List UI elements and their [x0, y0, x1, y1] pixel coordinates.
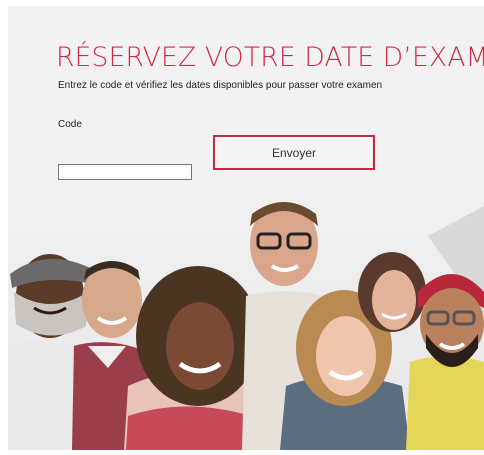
code-label: Code	[58, 119, 82, 130]
code-input[interactable]	[58, 164, 192, 180]
hero-image	[8, 196, 484, 450]
page-subtitle: Entrez le code et vérifiez les dates dis…	[58, 80, 383, 91]
page-title: RÉSERVEZ VOTRE DATE D’EXAMEN	[56, 42, 484, 73]
page-frame: RÉSERVEZ VOTRE DATE D’EXAMEN Entrez le c…	[8, 6, 484, 450]
person-woman-back-right	[358, 252, 426, 332]
people-illustration	[8, 196, 484, 450]
send-button[interactable]: Envoyer	[213, 135, 375, 170]
